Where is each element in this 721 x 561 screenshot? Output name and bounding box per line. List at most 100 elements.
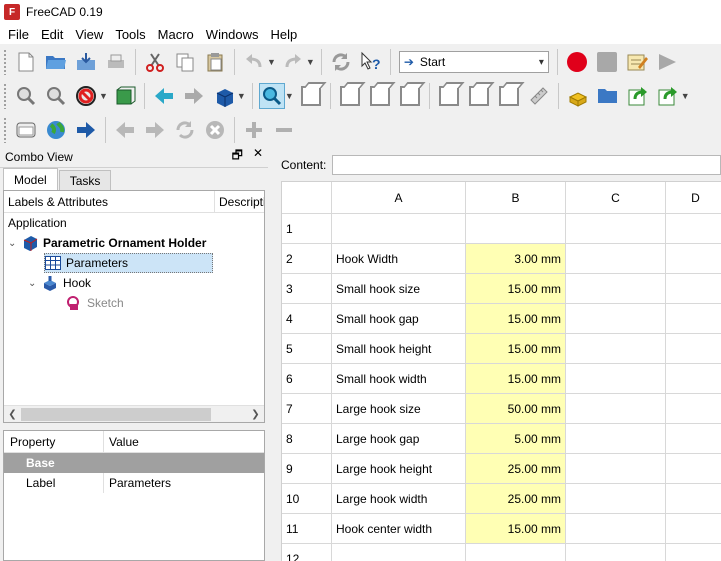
property-group-base[interactable]: Base [4, 453, 264, 473]
cell-c5[interactable] [566, 334, 666, 364]
cell-d2[interactable] [666, 244, 721, 274]
toolbar-grip[interactable] [3, 83, 8, 109]
create-group-icon[interactable] [595, 83, 621, 109]
cell-c7[interactable] [566, 394, 666, 424]
cell-b6[interactable]: 15.00 mm [466, 364, 566, 394]
tree-item-hook[interactable]: ⌄ Hook [28, 273, 91, 293]
cell-d8[interactable] [666, 424, 721, 454]
view-rear-icon[interactable] [436, 83, 462, 109]
tree-item-document[interactable]: ⌄ Parametric Ornament Holder [8, 233, 206, 253]
view-bottom-icon[interactable] [466, 83, 492, 109]
tree-horizontal-scrollbar[interactable]: ❮ ❯ [4, 405, 264, 422]
undo-dropdown-icon[interactable]: ▼ [267, 57, 276, 67]
toolbar-grip[interactable] [3, 117, 8, 143]
link-actions-icon[interactable] [655, 83, 681, 109]
go-forward-icon[interactable] [73, 117, 99, 143]
scroll-right-icon[interactable]: ❯ [247, 409, 264, 420]
open-folder-icon[interactable] [43, 49, 69, 75]
view-dropdown-icon[interactable]: ▼ [285, 91, 294, 101]
cell-d11[interactable] [666, 514, 721, 544]
zoom-in-icon[interactable] [241, 117, 267, 143]
back-arrow-icon[interactable] [151, 83, 177, 109]
property-col-value[interactable]: Value [104, 435, 139, 449]
view-front-icon[interactable] [337, 83, 363, 109]
cell-a11[interactable]: Hook center width [332, 514, 466, 544]
link-actions-dropdown-icon[interactable]: ▼ [681, 91, 690, 101]
scroll-left-icon[interactable]: ❮ [4, 409, 21, 420]
menu-windows[interactable]: Windows [200, 27, 265, 42]
cell-a10[interactable]: Large hook width [332, 484, 466, 514]
property-view[interactable]: Property Value Base Label Parameters [3, 430, 265, 561]
cell-a7[interactable]: Large hook size [332, 394, 466, 424]
menu-tools[interactable]: Tools [109, 27, 151, 42]
cell-d10[interactable] [666, 484, 721, 514]
menu-file[interactable]: File [0, 27, 35, 42]
cell-b10[interactable]: 25.00 mm [466, 484, 566, 514]
tree-item-sketch[interactable]: Sketch [66, 293, 124, 313]
cell-b7[interactable]: 50.00 mm [466, 394, 566, 424]
property-value[interactable]: Parameters [104, 476, 171, 490]
cell-a3[interactable]: Small hook size [332, 274, 466, 304]
tree-col-labels[interactable]: Labels & Attributes [4, 195, 214, 209]
web-home-icon[interactable] [13, 117, 39, 143]
cell-c10[interactable] [566, 484, 666, 514]
cell-b5[interactable]: 15.00 mm [466, 334, 566, 364]
cell-a9[interactable]: Large hook height [332, 454, 466, 484]
menu-view[interactable]: View [69, 27, 109, 42]
cell-b12[interactable] [466, 544, 566, 561]
print-icon[interactable] [103, 49, 129, 75]
globe-icon[interactable] [43, 117, 69, 143]
model-tree[interactable]: Labels & Attributes Description Applicat… [3, 190, 265, 423]
macro-play-icon[interactable] [654, 49, 680, 75]
cell-c11[interactable] [566, 514, 666, 544]
macro-edit-icon[interactable] [624, 49, 650, 75]
cell-d7[interactable] [666, 394, 721, 424]
fit-selection-icon[interactable] [43, 83, 69, 109]
cell-d5[interactable] [666, 334, 721, 364]
property-col-property[interactable]: Property [4, 431, 104, 452]
cell-d4[interactable] [666, 304, 721, 334]
cell-d3[interactable] [666, 274, 721, 304]
make-link-icon[interactable] [625, 83, 651, 109]
cell-c6[interactable] [566, 364, 666, 394]
toolbar-grip[interactable] [3, 49, 8, 75]
cell-c3[interactable] [566, 274, 666, 304]
row-header[interactable]: 8 [282, 424, 332, 454]
measure-distance-icon[interactable] [526, 83, 552, 109]
web-stop-icon[interactable] [202, 117, 228, 143]
view-fit-magnifier-icon[interactable] [258, 83, 285, 109]
cell-d9[interactable] [666, 454, 721, 484]
tab-tasks[interactable]: Tasks [58, 170, 112, 190]
web-back-icon[interactable] [112, 117, 138, 143]
cell-a2[interactable]: Hook Width [332, 244, 466, 274]
row-header[interactable]: 5 [282, 334, 332, 364]
web-next-icon[interactable] [142, 117, 168, 143]
row-header[interactable]: 6 [282, 364, 332, 394]
column-header-d[interactable]: D [666, 182, 721, 214]
tree-item-parameters[interactable]: Parameters [44, 253, 213, 273]
menu-edit[interactable]: Edit [35, 27, 69, 42]
row-header[interactable]: 9 [282, 454, 332, 484]
view-left-icon[interactable] [496, 83, 522, 109]
chevron-down-icon[interactable]: ⌄ [28, 278, 42, 289]
cell-a4[interactable]: Small hook gap [332, 304, 466, 334]
row-header[interactable]: 11 [282, 514, 332, 544]
content-input[interactable] [332, 155, 721, 175]
row-header[interactable]: 2 [282, 244, 332, 274]
cell-d1[interactable] [666, 214, 721, 244]
cell-b9[interactable]: 25.00 mm [466, 454, 566, 484]
cell-b1[interactable] [466, 214, 566, 244]
cell-b11[interactable]: 15.00 mm [466, 514, 566, 544]
menu-macro[interactable]: Macro [152, 27, 200, 42]
macro-record-icon[interactable] [564, 49, 590, 75]
cell-b4[interactable]: 15.00 mm [466, 304, 566, 334]
row-header[interactable]: 10 [282, 484, 332, 514]
row-header[interactable]: 1 [282, 214, 332, 244]
view-right-icon[interactable] [397, 83, 423, 109]
bounding-box-icon[interactable] [112, 83, 138, 109]
redo-icon[interactable] [280, 49, 306, 75]
cell-a1[interactable] [332, 214, 466, 244]
cell-a5[interactable]: Small hook height [332, 334, 466, 364]
paste-icon[interactable] [202, 49, 228, 75]
tab-model[interactable]: Model [3, 168, 58, 190]
